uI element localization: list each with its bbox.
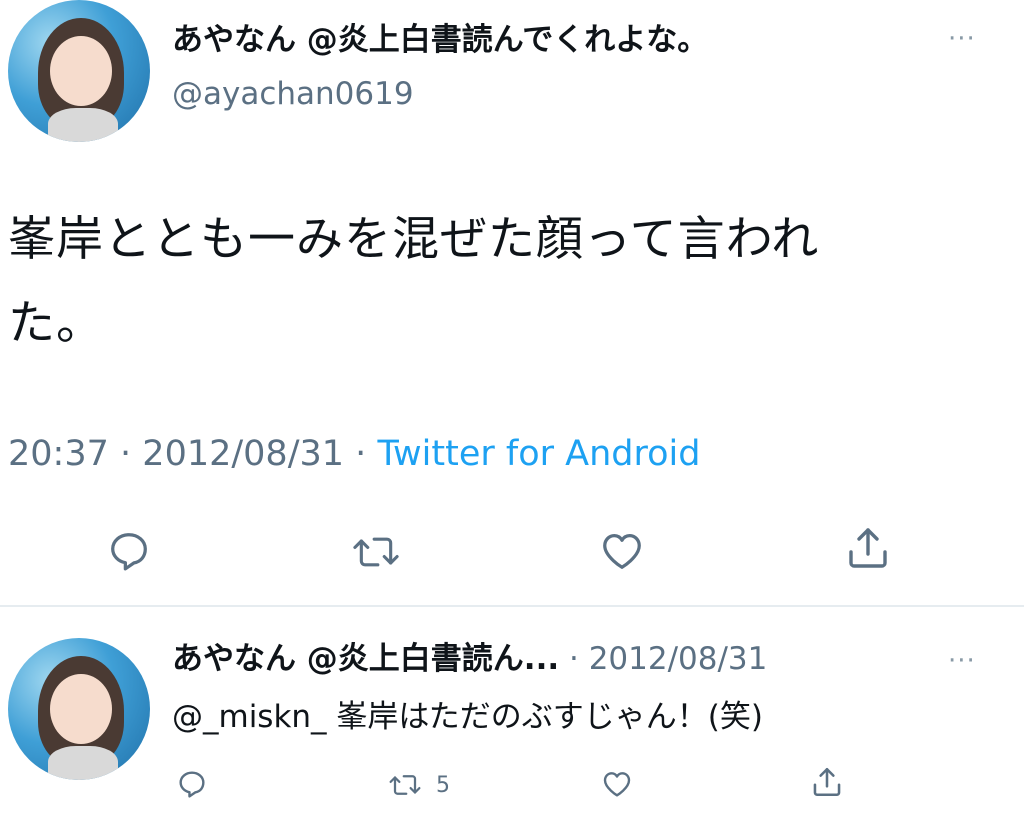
tweet-text-line2: た。 — [8, 296, 104, 351]
more-icon[interactable]: ··· — [948, 646, 976, 676]
retweet-icon — [353, 537, 399, 567]
share-button[interactable] — [810, 764, 844, 800]
avatar[interactable] — [8, 0, 150, 142]
more-icon[interactable]: ··· — [948, 24, 976, 54]
tweet-date[interactable]: 2012/08/31 — [142, 434, 344, 474]
display-name[interactable]: あやなん @炎上白書読んでくれよな。 — [172, 20, 708, 60]
reply-header: あやなん @炎上白書読ん... · 2012/08/31 — [172, 638, 767, 680]
like-icon — [603, 534, 641, 569]
avatar-shirt — [48, 108, 118, 142]
avatar[interactable] — [8, 638, 150, 780]
tweet-text: 峯岸ととも一みを混ぜた顔って言われ た。 — [8, 198, 1008, 366]
retweet-button[interactable]: 5 — [388, 770, 450, 800]
avatar-shirt — [48, 746, 118, 780]
like-button[interactable] — [600, 768, 634, 800]
avatar-face — [50, 36, 112, 106]
like-button[interactable] — [598, 528, 646, 574]
share-icon — [813, 767, 841, 797]
reply-icon — [111, 533, 147, 571]
reply-button[interactable] — [106, 528, 152, 574]
share-icon — [849, 528, 887, 568]
user-handle[interactable]: @ayachan0619 — [172, 74, 414, 114]
share-button[interactable] — [844, 524, 892, 572]
like-icon — [603, 772, 631, 797]
tweet-time: 20:37 — [8, 434, 109, 474]
retweet-count: 5 — [436, 772, 450, 798]
reply-display-name[interactable]: あやなん @炎上白書読ん... — [172, 641, 559, 677]
tweet-meta: 20:37 · 2012/08/31 · Twitter for Android — [8, 432, 700, 476]
tweet-source-link[interactable]: Twitter for Android — [377, 434, 700, 474]
reply-date[interactable]: 2012/08/31 — [589, 641, 768, 677]
avatar-face — [50, 674, 112, 744]
retweet-button[interactable] — [352, 530, 400, 574]
reply-icon — [179, 771, 205, 798]
divider — [0, 605, 1024, 607]
meta-separator: · — [120, 434, 132, 474]
retweet-icon — [389, 775, 421, 795]
reply-text: @_miskn_ 峯岸はただのぶすじゃん！(笑) — [172, 696, 763, 738]
reply-button[interactable] — [176, 768, 208, 800]
tweet-text-line1: 峯岸ととも一みを混ぜた顔って言われ — [8, 212, 820, 267]
reply-body: 峯岸はただのぶすじゃん！(笑) — [336, 699, 763, 735]
reply-mention-link[interactable]: @_miskn_ — [172, 699, 327, 735]
meta-separator: · — [568, 641, 579, 677]
meta-separator: · — [355, 434, 367, 474]
